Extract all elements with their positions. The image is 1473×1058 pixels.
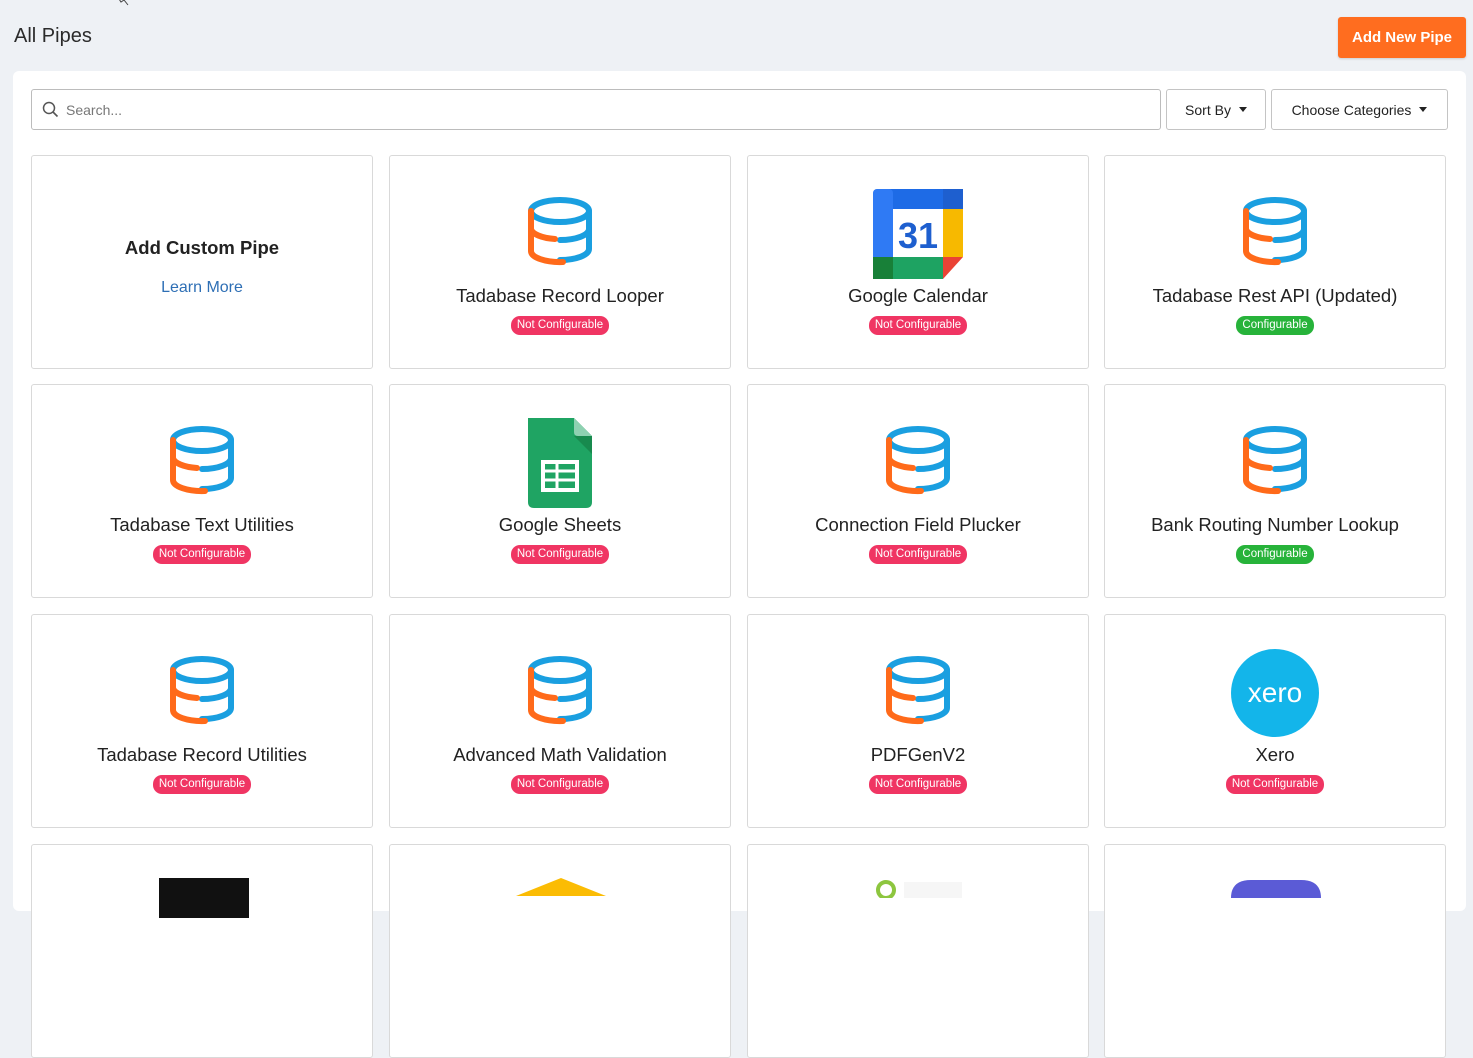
page-title: All Pipes — [14, 25, 92, 47]
search-icon — [42, 101, 59, 118]
pipe-card[interactable] — [1104, 844, 1446, 1058]
pipe-card[interactable]: Advanced Math Validation Not Configurabl… — [389, 614, 731, 828]
pipes-panel: Sort By Choose Categories Add Custom Pip… — [13, 71, 1466, 1058]
learn-more-link[interactable]: Learn More — [32, 279, 372, 297]
green-logo-icon — [876, 880, 962, 898]
pipe-title: Tadabase Rest API (Updated) — [1152, 285, 1398, 306]
status-badge: Not Configurable — [510, 545, 610, 564]
status-badge: Not Configurable — [152, 775, 252, 794]
pipe-card[interactable]: PDFGenV2 Not Configurable — [747, 614, 1089, 828]
pipe-card[interactable] — [389, 844, 731, 1058]
pipe-card[interactable]: Tadabase Rest API (Updated) Configurable — [1104, 155, 1446, 369]
chevron-down-icon — [1238, 107, 1247, 112]
google-calendar-icon: 31 — [873, 189, 963, 279]
choose-categories-dropdown[interactable]: Choose Categories — [1271, 89, 1448, 130]
pipe-card[interactable]: 31 Google Calendar Not Configurable — [747, 155, 1089, 369]
pipe-title: Xero — [1255, 744, 1295, 765]
add-new-pipe-button[interactable]: Add New Pipe — [1338, 17, 1466, 58]
database-icon — [1242, 426, 1308, 495]
database-icon — [169, 426, 235, 495]
pipe-card[interactable]: Google Sheets Not Configurable — [389, 384, 731, 598]
add-custom-pipe-card[interactable]: Add Custom Pipe Learn More — [31, 155, 373, 369]
database-icon — [885, 656, 951, 725]
chevron-down-icon — [1419, 107, 1428, 112]
database-icon — [885, 426, 951, 495]
google-sheets-icon — [528, 418, 592, 508]
mouse-cursor-icon — [119, 0, 129, 6]
pipe-title: Tadabase Record Utilities — [97, 744, 307, 765]
pipe-title: Tadabase Record Looper — [456, 285, 664, 306]
pipe-card[interactable]: Tadabase Text Utilities Not Configurable — [31, 384, 373, 598]
search-input[interactable] — [66, 90, 1146, 129]
database-icon — [527, 656, 593, 725]
sort-by-label: Sort By — [1185, 101, 1231, 118]
add-custom-pipe-title: Add Custom Pipe — [124, 237, 280, 258]
pipe-card[interactable]: Tadabase Record Looper Not Configurable — [389, 155, 731, 369]
database-icon — [527, 197, 593, 266]
pipe-card[interactable] — [31, 844, 373, 1058]
black-logo-icon — [159, 878, 249, 918]
pipe-title: Bank Routing Number Lookup — [1151, 514, 1399, 535]
status-badge: Not Configurable — [510, 775, 610, 794]
choose-categories-label: Choose Categories — [1291, 101, 1412, 118]
pipe-card[interactable]: Connection Field Plucker Not Configurabl… — [747, 384, 1089, 598]
pipe-card[interactable] — [747, 844, 1089, 1058]
status-badge: Not Configurable — [868, 775, 968, 794]
sort-by-dropdown[interactable]: Sort By — [1166, 89, 1266, 130]
pipe-title: Connection Field Plucker — [815, 514, 1021, 535]
status-badge: Configurable — [1236, 545, 1314, 564]
pipe-card[interactable]: xero Xero Not Configurable — [1104, 614, 1446, 828]
xero-logo-text: xero — [1248, 677, 1302, 708]
calendar-day-text: 31 — [898, 215, 938, 256]
pipe-title: PDFGenV2 — [870, 744, 966, 765]
pipe-title: Advanced Math Validation — [453, 744, 667, 765]
pipe-title: Tadabase Text Utilities — [110, 514, 294, 535]
status-badge: Configurable — [1236, 316, 1314, 335]
pipe-title: Google Calendar — [848, 285, 988, 306]
status-badge: Not Configurable — [510, 316, 610, 335]
status-badge: Not Configurable — [868, 545, 968, 564]
pipe-card[interactable]: Bank Routing Number Lookup Configurable — [1104, 384, 1446, 598]
purple-logo-icon — [1231, 880, 1321, 898]
database-icon — [169, 656, 235, 725]
status-badge: Not Configurable — [868, 316, 968, 335]
database-icon — [1242, 197, 1308, 266]
pipe-card[interactable]: Tadabase Record Utilities Not Configurab… — [31, 614, 373, 828]
status-badge: Not Configurable — [1225, 775, 1325, 794]
yellow-logo-icon — [516, 878, 606, 896]
pipe-title: Google Sheets — [498, 514, 622, 535]
search-box[interactable] — [31, 89, 1161, 130]
xero-icon: xero — [1231, 649, 1319, 737]
status-badge: Not Configurable — [152, 545, 252, 564]
